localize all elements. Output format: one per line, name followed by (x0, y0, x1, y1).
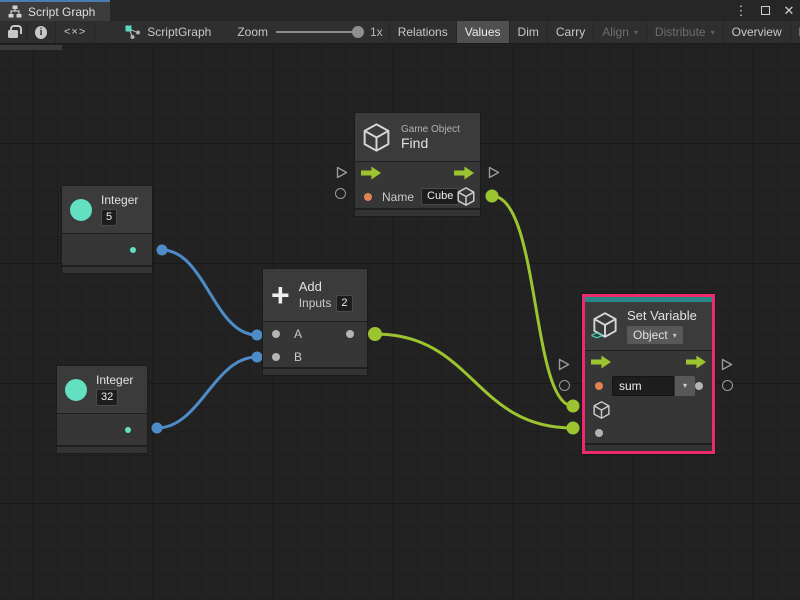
integer-type-icon (70, 199, 92, 221)
integer-type-icon (65, 379, 87, 401)
variable-scope-label: Object (633, 328, 668, 342)
button-distribute-label: Distribute (655, 25, 706, 39)
canvas-corner-bar (0, 45, 62, 50)
connection-integer32-to-add-b[interactable] (157, 357, 257, 428)
gameobject-cube-icon (363, 123, 390, 152)
integer-value-field[interactable]: 32 (96, 389, 118, 406)
graph-name: ScriptGraph (147, 25, 211, 39)
button-values[interactable]: Values (457, 21, 510, 43)
tab-script-graph[interactable]: Script Graph (0, 0, 110, 21)
chevron-down-icon: ▾ (673, 331, 677, 340)
node-footer (355, 208, 480, 216)
graph-hierarchy-icon (8, 5, 22, 18)
inputs-count-field[interactable]: 2 (336, 295, 352, 312)
node-add[interactable]: + Add Inputs 2 A B (263, 269, 367, 375)
graph-breadcrumb[interactable]: ScriptGraph (117, 21, 219, 43)
zoom-slider-handle[interactable] (352, 26, 364, 38)
node-footer (585, 443, 712, 451)
value-output-port[interactable] (695, 382, 703, 390)
node-title: Integer (101, 193, 138, 207)
node-title: Add (299, 279, 353, 294)
name-value-field[interactable]: Cube (421, 188, 459, 205)
node-title: Set Variable (627, 308, 697, 323)
name-input-port[interactable] (364, 193, 372, 201)
set-variable-icon: <> (593, 312, 619, 340)
value-output-marker-circle[interactable] (722, 380, 733, 391)
button-overview[interactable]: Overview (724, 21, 791, 43)
inputs-label: Inputs (299, 296, 332, 310)
lock-icon (8, 30, 18, 38)
value-input-marker-circle[interactable] (335, 188, 346, 199)
chevron-down-icon: ▾ (634, 28, 638, 37)
button-align-label: Align (602, 25, 629, 39)
node-integer-5[interactable]: Integer 5 (62, 186, 152, 273)
button-full-screen[interactable]: Full Screen (791, 21, 800, 43)
scriptgraph-icon (125, 25, 141, 39)
gameobject-output-port[interactable] (457, 187, 475, 206)
window-menu-icon[interactable]: ⋮ (734, 4, 748, 17)
add-icon: + (271, 282, 290, 308)
chevron-down-icon: ▾ (711, 28, 715, 37)
control-input-marker-triangle[interactable] (557, 357, 571, 377)
zoom-value: 1x (370, 25, 383, 39)
maximize-icon[interactable] (758, 4, 772, 17)
info-button[interactable]: i (27, 21, 56, 43)
chevron-down-icon: ▾ (675, 376, 695, 396)
button-align[interactable]: Align ▾ (594, 21, 647, 43)
lock-button[interactable] (0, 21, 27, 43)
control-output-marker-triangle[interactable] (720, 357, 734, 377)
output-port-integer[interactable] (130, 247, 136, 253)
tab-title: Script Graph (28, 5, 95, 19)
port-b-label: B (294, 350, 302, 364)
code-view-button[interactable]: <×> (56, 21, 95, 43)
code-icon: <×> (64, 26, 86, 38)
gameobject-target-port[interactable] (593, 401, 610, 419)
node-footer (57, 445, 147, 453)
zoom-slider[interactable] (276, 31, 362, 33)
control-input-port[interactable] (591, 356, 611, 369)
zoom-label: Zoom (237, 25, 268, 39)
node-integer-32[interactable]: Integer 32 (57, 366, 147, 453)
input-port-b[interactable] (272, 353, 280, 361)
info-icon: i (35, 26, 47, 39)
control-output-port[interactable] (686, 356, 706, 369)
button-relations[interactable]: Relations (389, 21, 457, 43)
node-set-variable[interactable]: <> Set Variable Object ▾ sum ▾ (582, 294, 715, 454)
close-icon[interactable]: ✕ (782, 4, 796, 17)
variable-scope-dropdown[interactable]: Object ▾ (627, 326, 683, 344)
input-port-a[interactable] (272, 330, 280, 338)
button-distribute[interactable]: Distribute ▾ (647, 21, 724, 43)
node-category: Game Object (401, 124, 460, 135)
value-input-port[interactable] (595, 429, 603, 437)
control-output-port[interactable] (454, 167, 474, 180)
variable-brackets-icon: <> (591, 330, 602, 342)
node-title: Integer (96, 373, 133, 387)
node-gameobject-find[interactable]: Game Object Find Name Cube (355, 113, 480, 216)
node-footer (263, 367, 367, 375)
variable-name-value: sum (612, 376, 674, 396)
output-port-integer[interactable] (125, 427, 131, 433)
graph-toolbar: i <×> ScriptGraph Zoom 1x Relations Valu… (0, 21, 800, 44)
value-input-marker-circle[interactable] (559, 380, 570, 391)
output-port-sum[interactable] (346, 330, 354, 338)
port-a-label: A (294, 327, 302, 341)
control-input-port[interactable] (361, 167, 381, 180)
graph-canvas[interactable]: Integer 5 Integer 32 + Add (0, 45, 800, 600)
variable-name-dropdown[interactable]: sum ▾ (612, 376, 695, 396)
control-input-marker-triangle[interactable] (335, 165, 349, 185)
node-footer (62, 265, 152, 273)
button-dim[interactable]: Dim (510, 21, 548, 43)
connection-integer5-to-add-a[interactable] (162, 250, 257, 335)
control-output-marker-triangle[interactable] (487, 165, 501, 185)
name-label: Name (382, 190, 414, 204)
variable-name-port[interactable] (595, 382, 603, 390)
node-title: Find (401, 135, 460, 151)
button-carry[interactable]: Carry (548, 21, 594, 43)
integer-value-field[interactable]: 5 (101, 209, 117, 226)
window-titlebar: Script Graph ⋮ ✕ (0, 0, 800, 21)
